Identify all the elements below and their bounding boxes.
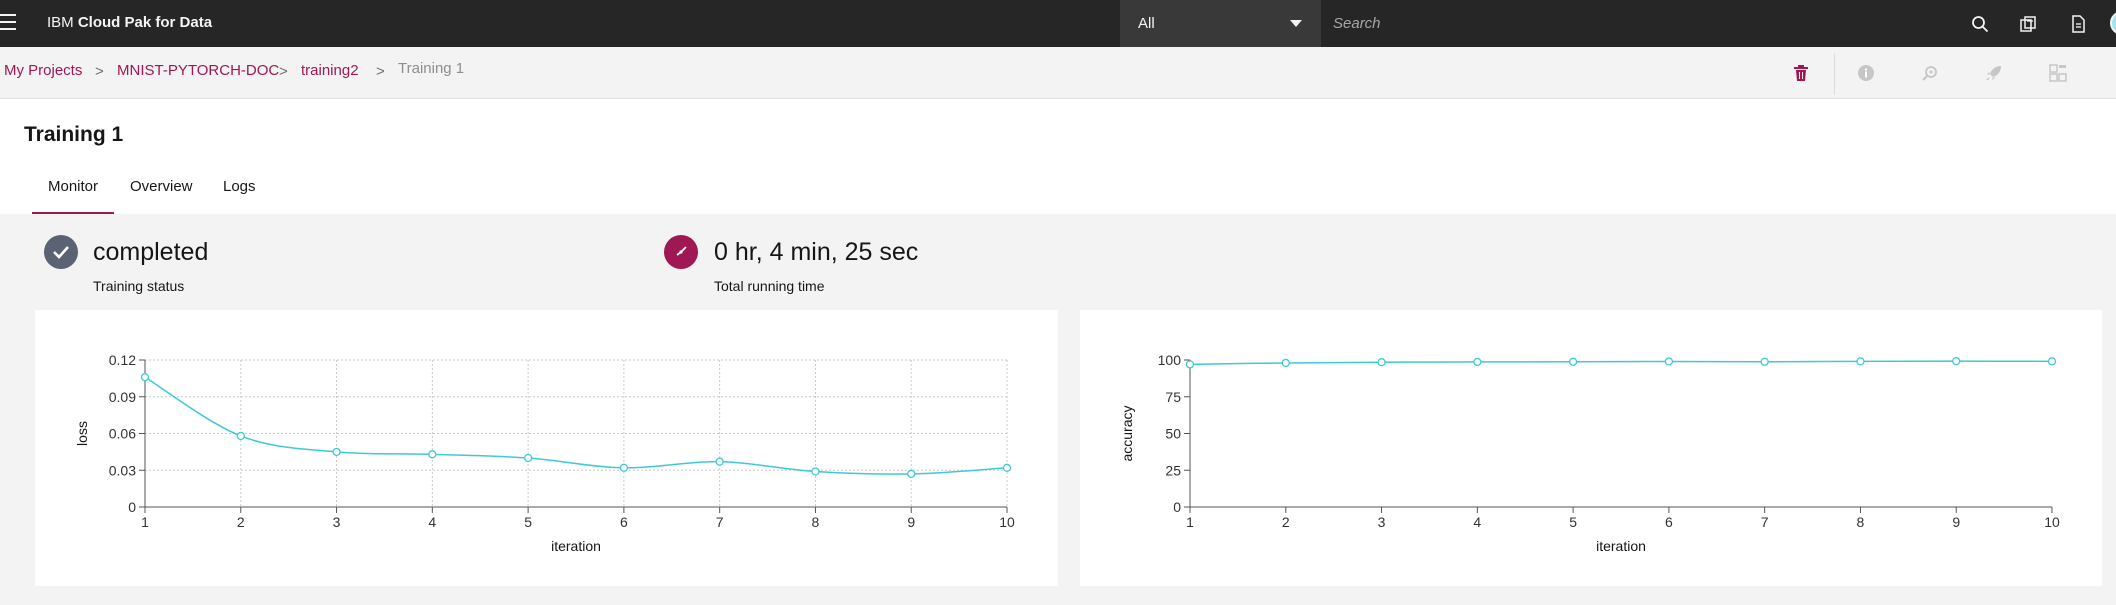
hamburger-icon[interactable] [0, 14, 16, 32]
accuracy-chart-panel: 0 25 50 75 100 1 2 3 4 5 6 7 8 9 10 iteration accuracy [1080, 310, 2102, 586]
top-header: IBM Cloud Pak for Data All [0, 0, 2116, 47]
toolbar-divider [1834, 53, 1835, 95]
breadcrumb-project[interactable]: MNIST-PYTORCH-DOC [117, 62, 279, 79]
data-point [715, 457, 724, 466]
x-tick-label: 7 [1761, 514, 1769, 530]
catalog-icon[interactable] [2004, 0, 2052, 47]
search-icon[interactable] [1956, 0, 2004, 47]
x-tick-label: 3 [1378, 514, 1386, 530]
x-tick-label: 10 [999, 514, 1015, 530]
breadcrumb-my-projects[interactable]: My Projects [4, 62, 82, 79]
data-point [1952, 357, 1961, 366]
data-point [619, 463, 629, 472]
y-tick-label: 0 [1173, 499, 1181, 515]
y-tick-label: 0.09 [109, 389, 136, 405]
chevron-down-icon [1290, 20, 1302, 27]
y-tick-label: 0.06 [109, 426, 136, 442]
checkmark-icon [44, 235, 78, 269]
x-tick-label: 5 [524, 514, 532, 530]
page-header: Training 1 Monitor Overview Logs [0, 99, 2116, 214]
data-point [140, 373, 150, 382]
y-tick-label: 0.03 [109, 462, 136, 478]
x-axis-label: iteration [551, 538, 601, 554]
breadcrumb-separator: > [376, 63, 385, 80]
x-tick-label: 4 [1473, 514, 1481, 530]
loss-chart: 0 0.03 0.06 0.09 0.12 1 2 3 4 5 6 7 8 9 10 iteration los… [74, 352, 1015, 554]
accuracy-chart: 0 25 50 75 100 1 2 3 4 5 6 7 8 9 10 iteration accuracy [1119, 352, 2060, 554]
x-tick-label: 8 [1857, 514, 1865, 530]
x-tick-label: 7 [716, 514, 724, 530]
brand-title: IBM Cloud Pak for Data [47, 14, 212, 31]
breadcrumb-separator: > [95, 63, 104, 80]
loss-chart-panel: 0 0.03 0.06 0.09 0.12 1 2 3 4 5 6 7 8 9 10 iteration los… [35, 310, 1058, 586]
x-tick-label: 3 [333, 514, 341, 530]
breadcrumb-experiment[interactable]: training2 [301, 62, 359, 79]
x-tick-label: 10 [2044, 514, 2060, 530]
x-tick-label: 2 [1282, 514, 1290, 530]
data-point [523, 453, 533, 463]
y-tick-label: 100 [1158, 352, 1182, 368]
running-time-label: Total running time [714, 278, 825, 294]
x-tick-label: 6 [1665, 514, 1673, 530]
search-scope-value: All [1138, 15, 1155, 32]
x-axis-label: iteration [1596, 538, 1646, 554]
data-point [1568, 357, 1578, 366]
tab-logs[interactable]: Logs [223, 178, 256, 195]
x-tick-label: 9 [907, 514, 915, 530]
trash-icon[interactable] [1786, 58, 1816, 88]
y-tick-label: 0.12 [109, 352, 136, 368]
info-icon[interactable] [1851, 58, 1881, 88]
data-point [236, 431, 245, 441]
active-tab-indicator [32, 212, 114, 214]
series-line [144, 376, 1008, 475]
x-tick-label: 5 [1569, 514, 1577, 530]
y-tick-label: 25 [1165, 462, 1181, 478]
data-point [2047, 357, 2057, 366]
x-tick-label: 8 [812, 514, 820, 530]
y-tick-label: 0 [128, 499, 136, 515]
data-point [907, 469, 916, 479]
breadcrumb-current: Training 1 [398, 60, 465, 77]
data-point [1002, 463, 1012, 472]
data-point [1856, 357, 1865, 366]
search-scope-dropdown[interactable]: All [1120, 0, 1320, 47]
brand-prefix: IBM [47, 14, 74, 31]
data-point [428, 450, 437, 459]
running-time-value: 0 hr, 4 min, 25 sec [714, 238, 919, 266]
x-tick-label: 9 [1952, 514, 1960, 530]
x-tick-label: 1 [141, 514, 149, 530]
breadcrumb-separator: > [279, 63, 288, 80]
document-icon[interactable] [2054, 0, 2102, 47]
data-point [1664, 357, 1674, 366]
data-point [1185, 360, 1195, 369]
y-axis-label: accuracy [1119, 405, 1135, 461]
tab-overview[interactable]: Overview [130, 178, 193, 195]
data-point [1281, 358, 1290, 368]
x-tick-label: 1 [1186, 514, 1194, 530]
x-tick-label: 2 [237, 514, 245, 530]
clock-icon [664, 235, 698, 269]
data-point [1760, 357, 1769, 366]
grid-icon[interactable] [2043, 58, 2073, 88]
training-status-value: completed [93, 238, 209, 266]
x-tick-label: 6 [620, 514, 628, 530]
rocket-icon[interactable] [1979, 58, 2009, 88]
data-point [811, 467, 820, 476]
global-search [1320, 0, 1964, 47]
data-point [1377, 358, 1386, 367]
brand-name: Cloud Pak for Data [77, 14, 213, 31]
data-point [332, 447, 341, 457]
tab-monitor[interactable]: Monitor [48, 178, 98, 195]
training-status-label: Training status [93, 278, 185, 294]
page-title: Training 1 [24, 123, 124, 146]
search-input[interactable] [1333, 12, 1893, 34]
y-tick-label: 50 [1165, 426, 1181, 442]
y-axis-label: loss [74, 421, 90, 446]
x-tick-label: 4 [428, 514, 436, 530]
y-tick-label: 75 [1165, 389, 1181, 405]
series-line [1189, 360, 2053, 366]
deploy-icon[interactable] [1915, 58, 1945, 88]
avatar[interactable] [2110, 11, 2116, 35]
data-point [1473, 357, 1482, 367]
